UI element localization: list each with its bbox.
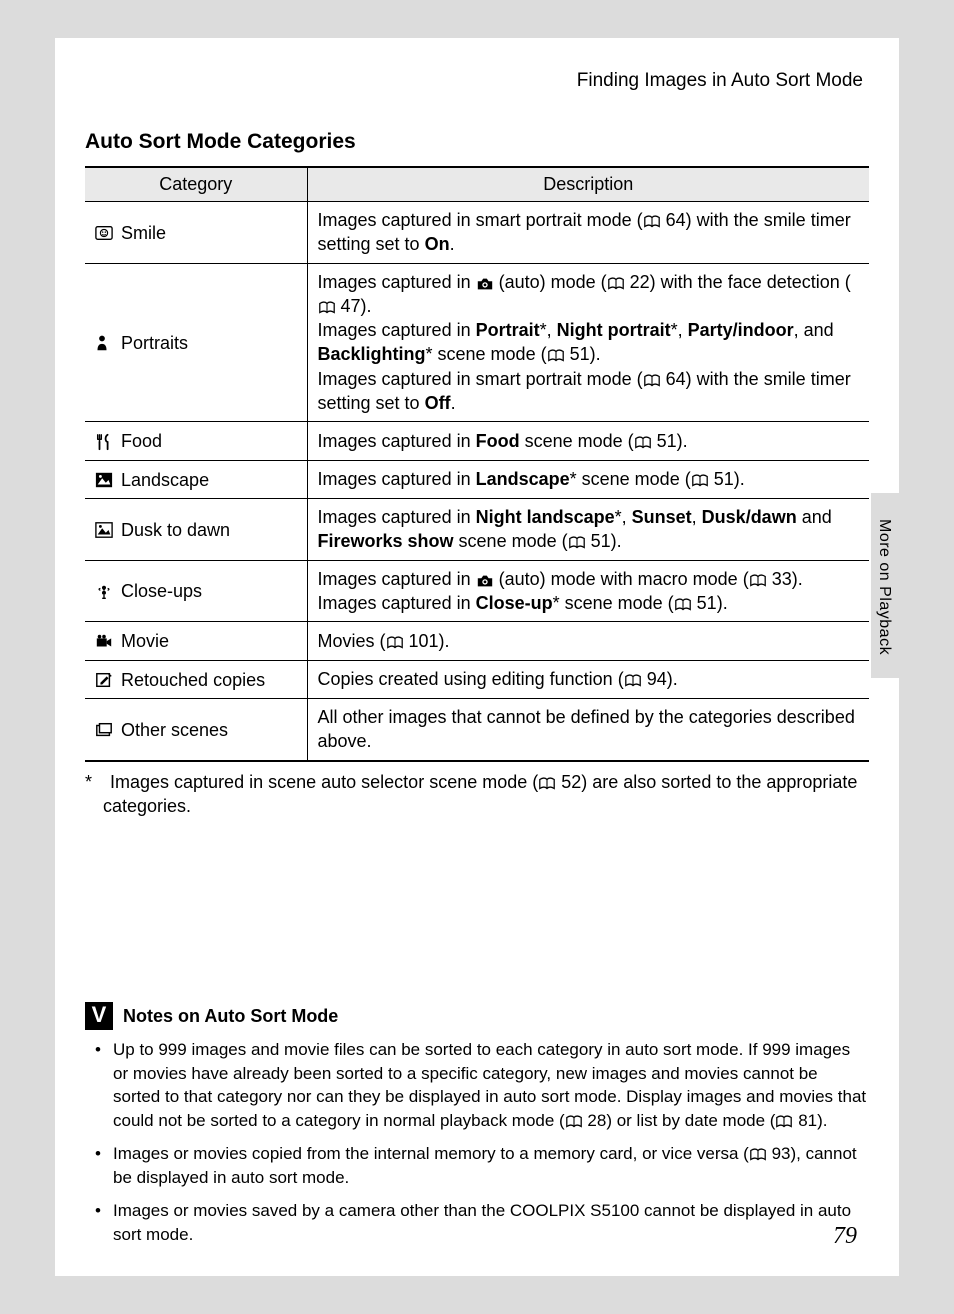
page-ref-icon bbox=[624, 674, 642, 688]
page-ref-icon bbox=[607, 277, 625, 291]
page-ref-icon bbox=[691, 474, 709, 488]
page-ref-icon bbox=[674, 598, 692, 612]
list-item: Up to 999 images and movie files can be … bbox=[85, 1038, 869, 1132]
page-ref-icon bbox=[749, 574, 767, 588]
other-icon bbox=[95, 721, 117, 739]
category-label: Other scenes bbox=[121, 720, 228, 740]
notes-title: Notes on Auto Sort Mode bbox=[123, 1006, 338, 1027]
description-cell: Images captured in smart portrait mode (… bbox=[307, 202, 869, 264]
table-row: Dusk to dawn Images captured in Night lan… bbox=[85, 499, 869, 561]
description-cell: Images captured in (auto) mode with macr… bbox=[307, 560, 869, 622]
description-cell: Copies created using editing function ( … bbox=[307, 660, 869, 698]
camera-icon bbox=[476, 574, 494, 588]
table-footnote: * Images captured in scene auto selector… bbox=[85, 770, 869, 819]
table-row: Retouched copies Copies created using edi… bbox=[85, 660, 869, 698]
page-ref-icon bbox=[318, 301, 336, 315]
category-label: Movie bbox=[121, 631, 169, 651]
category-label: Smile bbox=[121, 223, 166, 243]
category-label: Food bbox=[121, 431, 162, 451]
description-cell: Images captured in Landscape* scene mode… bbox=[307, 460, 869, 498]
table-row: Food Images captured in Food scene mode (… bbox=[85, 422, 869, 460]
col-description: Description bbox=[307, 167, 869, 202]
category-cell: Dusk to dawn bbox=[85, 499, 307, 561]
table-row: Other scenes All other images that cannot… bbox=[85, 699, 869, 761]
category-cell: Movie bbox=[85, 622, 307, 660]
category-cell: Retouched copies bbox=[85, 660, 307, 698]
closeup-icon bbox=[95, 583, 117, 601]
category-label: Dusk to dawn bbox=[121, 520, 230, 540]
description-cell: All other images that cannot be defined … bbox=[307, 699, 869, 761]
category-cell: Close-ups bbox=[85, 560, 307, 622]
smile-icon bbox=[95, 224, 117, 242]
page-ref-icon bbox=[749, 1148, 767, 1162]
page-ref-icon bbox=[775, 1115, 793, 1129]
camera-icon bbox=[476, 277, 494, 291]
side-tab-label: More on Playback bbox=[875, 519, 893, 655]
table-row: Close-ups Images captured in (auto) mode … bbox=[85, 560, 869, 622]
running-header: Finding Images in Auto Sort Mode bbox=[85, 70, 869, 92]
category-cell: Portraits bbox=[85, 263, 307, 422]
category-cell: Food bbox=[85, 422, 307, 460]
notes-block: V Notes on Auto Sort Mode Up to 999 imag… bbox=[85, 1002, 869, 1256]
portrait-icon bbox=[95, 334, 117, 352]
notes-caution-icon: V bbox=[85, 1002, 113, 1030]
category-cell: Landscape bbox=[85, 460, 307, 498]
table-row: Smile Images captured in smart portrait m… bbox=[85, 202, 869, 264]
page-ref-icon bbox=[643, 374, 661, 388]
page: Finding Images in Auto Sort Mode Auto So… bbox=[55, 38, 899, 1276]
page-ref-icon bbox=[634, 436, 652, 450]
side-tab: More on Playback bbox=[871, 493, 899, 678]
category-label: Close-ups bbox=[121, 581, 202, 601]
page-ref-icon bbox=[386, 636, 404, 650]
landscape-icon bbox=[95, 471, 117, 489]
page-ref-icon bbox=[568, 536, 586, 550]
page-ref-icon bbox=[643, 215, 661, 229]
category-label: Landscape bbox=[121, 470, 209, 490]
category-cell: Smile bbox=[85, 202, 307, 264]
page-ref-icon bbox=[565, 1115, 583, 1129]
description-cell: Images captured in (auto) mode ( 22) wit… bbox=[307, 263, 869, 422]
table-row: Movie Movies ( 101). bbox=[85, 622, 869, 660]
list-item: Images or movies copied from the interna… bbox=[85, 1142, 869, 1189]
dusk-icon bbox=[95, 521, 117, 539]
categories-table: Category Description Smile Images capture… bbox=[85, 166, 869, 762]
section-title: Auto Sort Mode Categories bbox=[85, 130, 869, 154]
category-label: Portraits bbox=[121, 333, 188, 353]
description-cell: Images captured in Food scene mode ( 51)… bbox=[307, 422, 869, 460]
col-category: Category bbox=[85, 167, 307, 202]
category-cell: Other scenes bbox=[85, 699, 307, 761]
page-ref-icon bbox=[538, 777, 556, 791]
table-row: Portraits Images captured in (auto) mode … bbox=[85, 263, 869, 422]
description-cell: Images captured in Night landscape*, Sun… bbox=[307, 499, 869, 561]
list-item: Images or movies saved by a camera other… bbox=[85, 1199, 869, 1246]
notes-list: Up to 999 images and movie files can be … bbox=[85, 1038, 869, 1246]
movie-icon bbox=[95, 633, 117, 651]
category-label: Retouched copies bbox=[121, 670, 265, 690]
description-cell: Movies ( 101). bbox=[307, 622, 869, 660]
food-icon bbox=[95, 433, 117, 451]
page-ref-icon bbox=[547, 349, 565, 363]
table-row: Landscape Images captured in Landscape* s… bbox=[85, 460, 869, 498]
retouch-icon bbox=[95, 671, 117, 689]
page-number: 79 bbox=[833, 1223, 857, 1250]
